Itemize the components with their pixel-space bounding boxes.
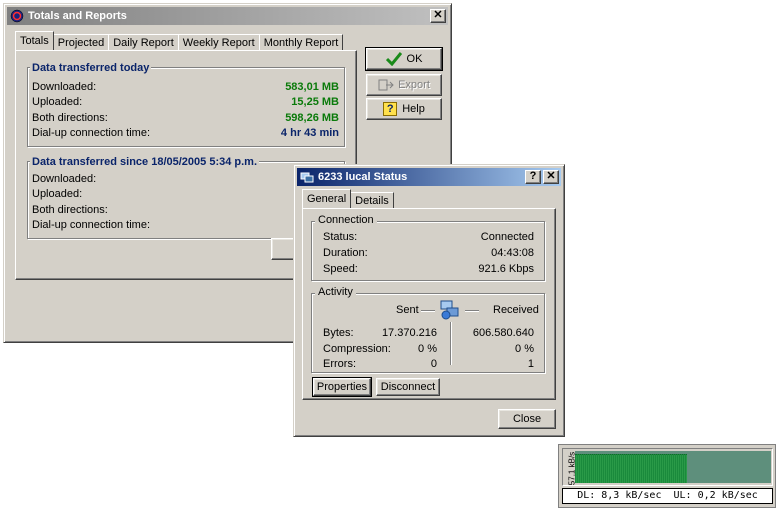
status-tab-panel: Connection Status: Connected Duration: 0…: [302, 208, 556, 400]
connection-group-label: Connection: [315, 214, 377, 226]
status-help-button[interactable]: ?: [525, 170, 541, 184]
connection-status-window: 6233 lucal Status ? ✕ General Details Co…: [293, 164, 565, 437]
status-tab-strip: General Details: [302, 189, 394, 208]
close-icon: ✕: [433, 9, 443, 21]
ok-label: OK: [406, 53, 423, 65]
compression-sent-value: 0 %: [418, 343, 437, 355]
since-downloaded-label: Downloaded:: [32, 173, 97, 185]
today-both-value: 598,26 MB: [285, 112, 339, 124]
tab-weekly-report[interactable]: Weekly Report: [177, 34, 260, 50]
tab-daily-report[interactable]: Daily Report: [108, 34, 179, 50]
totals-tab-strip: Totals Projected Daily Report Weekly Rep…: [15, 31, 344, 50]
totals-title-bar[interactable]: Totals and Reports ✕: [7, 7, 448, 25]
today-dialup-label: Dial-up connection time:: [32, 127, 151, 139]
download-traffic-fill: [575, 454, 687, 483]
sent-divider: [421, 310, 435, 311]
tab-general[interactable]: General: [302, 189, 352, 208]
network-connection-icon: [300, 172, 314, 183]
properties-button[interactable]: Properties: [312, 377, 372, 397]
tab-projected[interactable]: Projected: [52, 34, 110, 50]
status-window-title: 6233 lucal Status: [318, 171, 408, 183]
close-icon: ✕: [546, 170, 556, 182]
totals-window-title: Totals and Reports: [28, 10, 127, 22]
status-value: Connected: [480, 231, 534, 243]
received-label: Received: [493, 304, 539, 316]
received-divider: [465, 310, 479, 311]
since-heading: Data transferred since 18/05/2005 5:34 p…: [30, 156, 260, 168]
activity-group-label: Activity: [315, 286, 356, 298]
checkmark-icon: [385, 52, 402, 66]
export-icon: [378, 79, 394, 91]
bandwidth-meter-widget[interactable]: 57,1 kB/s DL: 8,3 kB/sec UL: 0,2 kB/sec: [558, 444, 776, 508]
properties-label: Properties: [316, 381, 368, 393]
today-downloaded-label: Downloaded:: [32, 81, 97, 93]
status-label: Status:: [323, 231, 358, 243]
help-label: Help: [402, 103, 425, 115]
errors-sent-value: 0: [430, 358, 437, 370]
disconnect-label: Disconnect: [380, 381, 436, 393]
close-button[interactable]: Close: [498, 409, 556, 429]
meter-status-text: DL: 8,3 kB/sec UL: 0,2 kB/sec: [562, 488, 773, 504]
question-icon: ?: [529, 170, 537, 182]
speed-value: 921.6 Kbps: [478, 263, 534, 275]
tab-monthly-report[interactable]: Monthly Report: [258, 34, 344, 50]
activity-separator: [450, 322, 451, 365]
close-label: Close: [512, 413, 542, 425]
tab-details[interactable]: Details: [350, 192, 394, 208]
compression-label: Compression:: [323, 343, 391, 355]
traffic-graph: [575, 451, 771, 483]
export-label: Export: [398, 79, 430, 91]
export-button[interactable]: Export: [366, 74, 442, 96]
meter-graph-frame: 57,1 kB/s: [562, 448, 773, 486]
today-downloaded-value: 583,01 MB: [285, 81, 339, 93]
network-activity-icon: [440, 300, 459, 320]
compression-received-value: 0 %: [515, 343, 534, 355]
tab-totals[interactable]: Totals: [15, 31, 54, 50]
bytes-label: Bytes:: [323, 327, 354, 339]
bytes-received-value: 606.580.640: [472, 327, 534, 339]
today-heading: Data transferred today: [30, 62, 152, 74]
speed-label: Speed:: [323, 263, 358, 275]
status-close-button[interactable]: ✕: [543, 170, 559, 184]
sent-label: Sent: [396, 304, 419, 316]
today-both-label: Both directions:: [32, 112, 108, 124]
since-uploaded-label: Uploaded:: [32, 188, 83, 200]
status-title-bar[interactable]: 6233 lucal Status ? ✕: [297, 168, 561, 186]
help-button[interactable]: ? Help: [366, 98, 442, 120]
errors-label: Errors:: [323, 358, 356, 370]
bytes-sent-value: 17.370.216: [381, 327, 437, 339]
app-globe-icon: [10, 9, 24, 23]
ok-button[interactable]: OK: [365, 47, 443, 71]
today-uploaded-label: Uploaded:: [32, 96, 83, 108]
duration-value: 04:43:08: [491, 247, 534, 259]
errors-received-value: 1: [527, 358, 534, 370]
since-both-label: Both directions:: [32, 204, 108, 216]
today-uploaded-value: 15,25 MB: [291, 96, 339, 108]
help-icon: ?: [383, 102, 398, 116]
totals-close-button[interactable]: ✕: [430, 9, 446, 23]
disconnect-button[interactable]: Disconnect: [376, 378, 440, 396]
today-dialup-value: 4 hr 43 min: [280, 127, 339, 139]
duration-label: Duration:: [323, 247, 368, 259]
since-dialup-label: Dial-up connection time:: [32, 219, 151, 231]
